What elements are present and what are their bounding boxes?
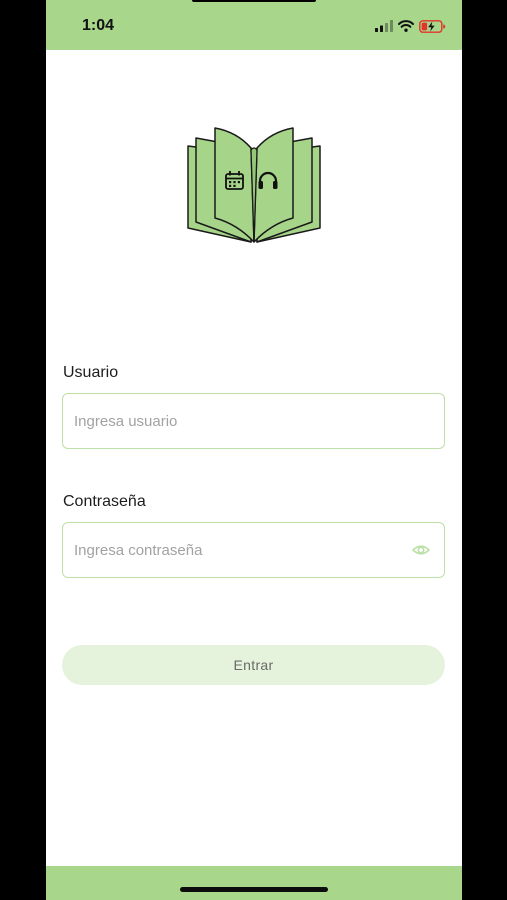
status-time: 1:04 (82, 17, 115, 34)
wifi-icon (398, 20, 414, 32)
battery-charging-icon (419, 19, 446, 33)
password-input[interactable] (74, 523, 394, 577)
signal-icon (375, 20, 393, 32)
username-input[interactable] (74, 394, 394, 448)
device-notch (192, 0, 316, 2)
status-icons (375, 17, 446, 35)
bottom-bar (46, 866, 462, 900)
home-indicator[interactable] (180, 887, 328, 892)
password-field[interactable] (62, 522, 445, 578)
password-label: Contraseña (63, 493, 146, 510)
status-bar: 1:04 (46, 0, 462, 50)
username-label: Usuario (63, 364, 119, 381)
login-button[interactable]: Entrar (62, 645, 445, 685)
phone-screen: 1:04 Usuario Ingresa usuario Contraseña … (46, 0, 462, 900)
username-field[interactable] (62, 393, 445, 449)
eye-icon[interactable] (412, 542, 430, 558)
open-book-icon (187, 127, 321, 243)
